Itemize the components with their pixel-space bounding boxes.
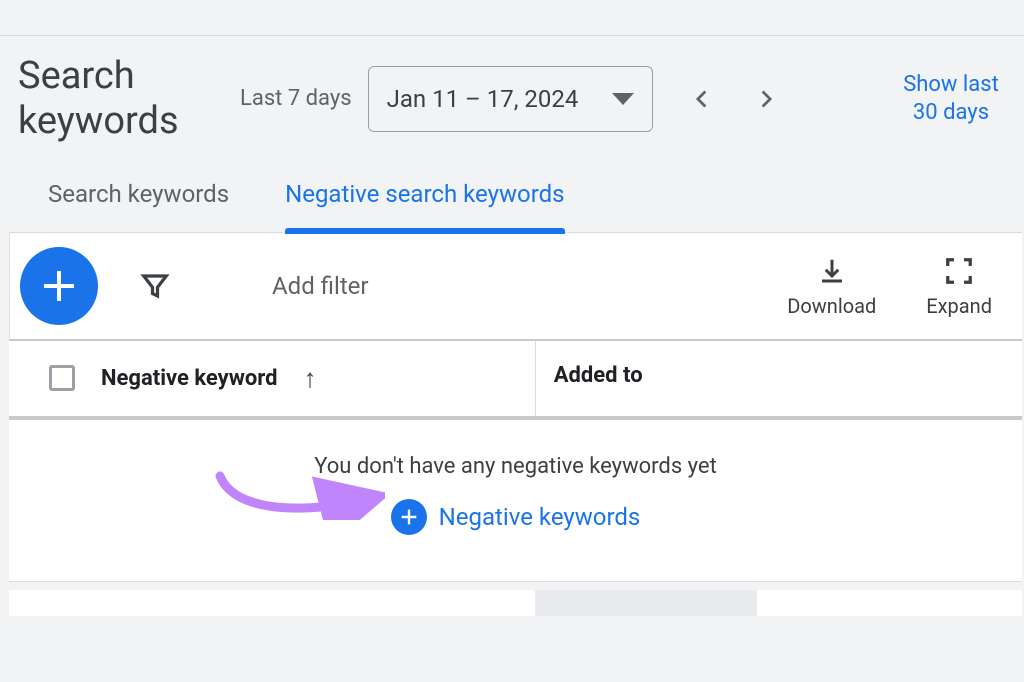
select-all-checkbox[interactable] <box>49 365 75 391</box>
page-root: Search keywords Last 7 days Jan 11 – 17,… <box>0 0 1024 682</box>
tabs-row: Search keywords Negative search keywords <box>0 154 1024 232</box>
date-block: Last 7 days Jan 11 – 17, 2024 <box>240 66 653 132</box>
header-row: Search keywords Last 7 days Jan 11 – 17,… <box>0 36 1024 154</box>
chevron-right-icon <box>756 83 776 115</box>
plus-circle-icon <box>391 499 427 535</box>
column-header-added-to: Added to <box>554 363 643 388</box>
top-divider <box>0 0 1024 36</box>
add-negative-keywords-label: Negative keywords <box>439 503 641 531</box>
column-added-to[interactable]: Added to <box>536 341 643 416</box>
date-range-value: Jan 11 – 17, 2024 <box>387 85 579 113</box>
tab-negative-search-keywords[interactable]: Negative search keywords <box>285 180 564 232</box>
column-negative-keyword[interactable]: Negative keyword ↑ <box>9 341 536 416</box>
toolbar-card: Add filter Download Expand <box>9 232 1022 341</box>
date-nav-arrows <box>685 82 783 116</box>
date-range-dropdown[interactable]: Jan 11 – 17, 2024 <box>368 66 654 132</box>
empty-state-message: You don't have any negative keywords yet <box>9 454 1022 479</box>
toolbar-inner: Add filter Download Expand <box>10 233 1022 339</box>
sort-ascending-icon: ↑ <box>304 363 317 394</box>
expand-label: Expand <box>926 294 992 318</box>
expand-button[interactable]: Expand <box>926 254 992 318</box>
scrollbar-thumb[interactable] <box>535 590 757 616</box>
expand-icon <box>942 254 976 288</box>
table-header: Negative keyword ↑ Added to <box>9 341 1022 420</box>
download-button[interactable]: Download <box>787 254 876 318</box>
date-prev-button[interactable] <box>685 82 719 116</box>
download-label: Download <box>787 294 876 318</box>
date-next-button[interactable] <box>749 82 783 116</box>
bottom-strip <box>9 590 1022 616</box>
plus-icon <box>39 266 79 306</box>
download-icon <box>815 254 849 288</box>
add-negative-keywords-button[interactable]: Negative keywords <box>391 499 641 535</box>
chevron-down-icon <box>612 93 634 105</box>
date-range-label: Last 7 days <box>240 86 352 111</box>
add-button[interactable] <box>20 247 98 325</box>
empty-state: You don't have any negative keywords yet… <box>9 420 1022 582</box>
filter-icon <box>140 271 170 301</box>
chevron-left-icon <box>692 83 712 115</box>
column-header-negative-keyword: Negative keyword <box>101 366 278 391</box>
show-last-30-link[interactable]: Show last 30 days <box>896 71 1006 126</box>
toolbar-right: Download Expand <box>787 254 1012 318</box>
tab-search-keywords[interactable]: Search keywords <box>48 180 229 232</box>
add-filter-button[interactable]: Add filter <box>272 272 369 300</box>
page-title: Search keywords <box>18 54 228 144</box>
filter-button[interactable] <box>138 269 172 303</box>
